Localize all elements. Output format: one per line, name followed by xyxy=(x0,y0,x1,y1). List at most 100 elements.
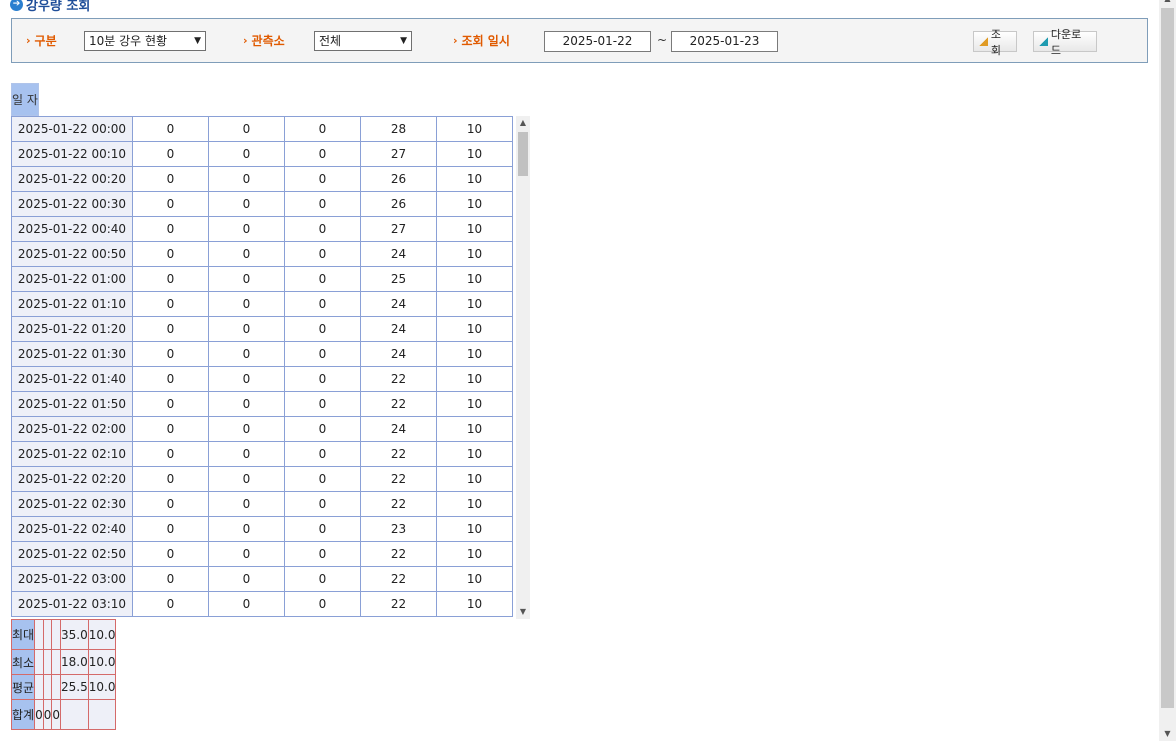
row-value-cell: 0 xyxy=(208,491,285,517)
row-value-cell: 0 xyxy=(284,566,361,592)
row-value-cell: 27 xyxy=(360,141,437,167)
row-value-cell: 0 xyxy=(132,291,209,317)
table-row[interactable]: 2025-01-22 02:50 0 0 0 22 10 xyxy=(11,541,513,567)
table-row[interactable]: 2025-01-22 01:10 0 0 0 24 10 xyxy=(11,291,513,317)
scroll-down-icon[interactable]: ▼ xyxy=(1159,727,1176,741)
row-value-cell: 0 xyxy=(284,416,361,442)
row-date-cell: 2025-01-22 02:30 xyxy=(11,491,133,517)
row-value-cell: 10 xyxy=(436,141,513,167)
row-value-cell: 10 xyxy=(436,191,513,217)
row-value-cell: 0 xyxy=(132,491,209,517)
date-from-input[interactable]: 2025-01-22 xyxy=(544,31,651,52)
row-value-cell: 0 xyxy=(132,191,209,217)
row-value-cell: 0 xyxy=(132,516,209,542)
column-header-blurred[interactable] xyxy=(38,83,39,116)
row-value-cell: 0 xyxy=(208,216,285,242)
window-scrollbar[interactable]: ▲ ▼ xyxy=(1159,0,1176,741)
type-label: › 구분 xyxy=(26,32,57,49)
summary-label: 최대 xyxy=(10,619,36,650)
row-value-cell: 22 xyxy=(360,466,437,492)
summary-value-cell: 0 xyxy=(42,699,53,730)
row-value-cell: 10 xyxy=(436,316,513,342)
row-value-cell: 26 xyxy=(360,191,437,217)
summary-value-cell: 0 xyxy=(51,699,61,730)
row-value-cell: 0 xyxy=(284,166,361,192)
row-value-cell: 10 xyxy=(436,341,513,367)
row-value-cell: 0 xyxy=(132,266,209,292)
table-row[interactable]: 2025-01-22 02:40 0 0 0 23 10 xyxy=(11,516,513,542)
scroll-up-icon[interactable]: ▲ xyxy=(1159,0,1176,8)
row-value-cell: 0 xyxy=(208,466,285,492)
table-row[interactable]: 2025-01-22 01:30 0 0 0 24 10 xyxy=(11,341,513,367)
station-label-text: 관측소 xyxy=(251,34,285,48)
row-value-cell: 10 xyxy=(436,216,513,242)
scroll-up-icon[interactable]: ▲ xyxy=(516,116,530,130)
row-value-cell: 10 xyxy=(436,466,513,492)
row-value-cell: 0 xyxy=(132,566,209,592)
row-value-cell: 0 xyxy=(208,541,285,567)
summary-label: 평균 xyxy=(10,674,36,700)
type-select[interactable]: 10분 강우 현황 ▼ xyxy=(84,31,206,51)
download-button[interactable]: 다운로드 xyxy=(1033,28,1097,57)
summary-value-cell xyxy=(42,649,53,675)
grid-scrollbar[interactable]: ▲ ▼ xyxy=(516,116,530,619)
table-row[interactable]: 2025-01-22 00:10 0 0 0 27 10 xyxy=(11,141,513,167)
table-row[interactable]: 2025-01-22 01:00 0 0 0 25 10 xyxy=(11,266,513,292)
station-select-value: 전체 xyxy=(319,34,342,48)
table-row[interactable]: 2025-01-22 01:20 0 0 0 24 10 xyxy=(11,316,513,342)
row-value-cell: 10 xyxy=(436,491,513,517)
table-row[interactable]: 2025-01-22 00:00 0 0 0 28 10 xyxy=(11,116,513,142)
scroll-thumb[interactable] xyxy=(518,132,528,176)
download-icon xyxy=(1039,37,1048,46)
search-button[interactable]: 조회 xyxy=(973,28,1017,57)
row-value-cell: 0 xyxy=(132,441,209,467)
table-row[interactable]: 2025-01-22 02:00 0 0 0 24 10 xyxy=(11,416,513,442)
table-row[interactable]: 2025-01-22 03:00 0 0 0 22 10 xyxy=(11,566,513,592)
row-value-cell: 10 xyxy=(436,591,513,617)
row-value-cell: 10 xyxy=(436,116,513,142)
row-value-cell: 0 xyxy=(208,391,285,417)
table-row[interactable]: 2025-01-22 00:30 0 0 0 26 10 xyxy=(11,191,513,217)
station-select[interactable]: 전체 ▼ xyxy=(314,31,412,51)
table-row[interactable]: 2025-01-22 00:50 0 0 0 24 10 xyxy=(11,241,513,267)
table-row[interactable]: 2025-01-22 00:20 0 0 0 26 10 xyxy=(11,166,513,192)
date-to-input[interactable]: 2025-01-23 xyxy=(671,31,778,52)
row-value-cell: 0 xyxy=(208,366,285,392)
table-row[interactable]: 2025-01-22 02:30 0 0 0 22 10 xyxy=(11,491,513,517)
download-button-label: 다운로드 xyxy=(1050,27,1082,57)
search-button-label: 조회 xyxy=(990,27,1002,57)
page-title-text: 강우량 조회 xyxy=(26,0,91,14)
chevron-down-icon: ▼ xyxy=(194,36,201,46)
row-value-cell: 22 xyxy=(360,391,437,417)
row-value-cell: 10 xyxy=(436,416,513,442)
row-value-cell: 0 xyxy=(208,316,285,342)
table-row[interactable]: 2025-01-22 02:20 0 0 0 22 10 xyxy=(11,466,513,492)
column-header-date[interactable]: 일 자 xyxy=(11,83,39,116)
summary-value-cell: 10.0 xyxy=(87,619,117,650)
table-row[interactable]: 2025-01-22 02:10 0 0 0 22 10 xyxy=(11,441,513,467)
search-button-icon xyxy=(979,37,988,46)
grid-body-table: 2025-01-22 00:00 0 0 0 28 10 2025-01-22 00:10 0… xyxy=(11,116,513,617)
row-date-cell: 2025-01-22 01:00 xyxy=(11,266,133,292)
date-label-text: 조회 일시 xyxy=(461,34,510,48)
scroll-down-icon[interactable]: ▼ xyxy=(516,605,530,619)
row-value-cell: 22 xyxy=(360,441,437,467)
row-date-cell: 2025-01-22 03:00 xyxy=(11,566,133,592)
table-row[interactable]: 2025-01-22 00:40 0 0 0 27 10 xyxy=(11,216,513,242)
table-row[interactable]: 2025-01-22 01:50 0 0 0 22 10 xyxy=(11,391,513,417)
row-date-cell: 2025-01-22 00:10 xyxy=(11,141,133,167)
row-value-cell: 10 xyxy=(436,441,513,467)
grid-summary: 최대 35.0 10.0 최소 18.0 10.0 평균 25.5 10.0 합계 0 0 0 xyxy=(10,619,117,730)
table-row[interactable]: 2025-01-22 01:40 0 0 0 22 10 xyxy=(11,366,513,392)
row-value-cell: 22 xyxy=(360,491,437,517)
row-value-cell: 10 xyxy=(436,266,513,292)
window-scroll-thumb[interactable] xyxy=(1161,8,1174,708)
row-value-cell: 0 xyxy=(284,491,361,517)
row-value-cell: 0 xyxy=(132,391,209,417)
row-value-cell: 0 xyxy=(284,541,361,567)
row-value-cell: 0 xyxy=(284,516,361,542)
row-value-cell: 0 xyxy=(284,216,361,242)
row-value-cell: 0 xyxy=(284,341,361,367)
table-row[interactable]: 2025-01-22 03:10 0 0 0 22 10 xyxy=(11,591,513,617)
row-value-cell: 22 xyxy=(360,366,437,392)
